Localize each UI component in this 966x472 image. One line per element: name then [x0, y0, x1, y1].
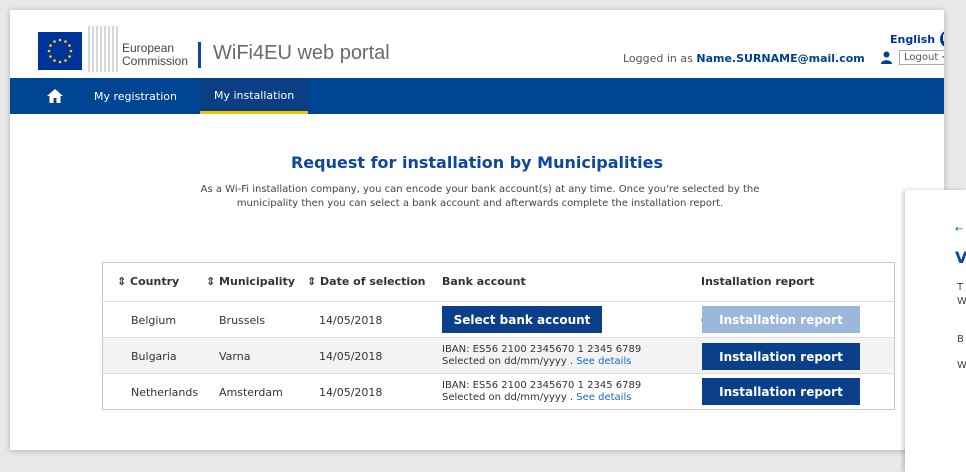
sort-icon: ⇕ [117, 275, 131, 288]
ec-wordmark: European Commission [122, 42, 188, 68]
iban-text: IBAN: ES56 2100 2345670 1 2345 6789 [442, 380, 642, 391]
user-icon [881, 51, 892, 64]
language-selector[interactable]: English EN [890, 30, 944, 48]
installation-table: ⇕ Country ⇕ Municipality ⇕ Date of selec… [102, 262, 895, 410]
sort-icon: ⇕ [307, 275, 321, 288]
panel-text-fragment: W [957, 360, 966, 371]
date-cell: 14/05/2018 [319, 350, 383, 363]
logo-stripes [88, 26, 118, 72]
nav-item-my-installation[interactable]: My installation [200, 78, 309, 114]
panel-text-fragment: W [957, 296, 966, 307]
selected-date-text: Selected on dd/mm/yyyy . [442, 392, 574, 403]
user-email: Name.SURNAME@mail.com [696, 52, 865, 65]
panel-text-fragment: B [957, 334, 964, 345]
page-title: Request for installation by Municipaliti… [290, 153, 664, 172]
overlay-side-panel: ← V T W B W [905, 190, 966, 472]
intro-line-2: municipality then you can select a bank … [236, 198, 724, 209]
table-row: Netherlands Amsterdam 14/05/2018 IBAN: E… [103, 373, 894, 410]
column-header-installation-report: Installation report confirmation [701, 275, 815, 326]
municipality-cell: Amsterdam [219, 386, 283, 399]
see-details-link[interactable]: See details [576, 356, 631, 367]
logout-area: Logout ➜ [880, 50, 944, 65]
site-header: European Commission WiFi4EU web portal L… [10, 10, 944, 78]
table-row: Bulgaria Varna 14/05/2018 IBAN: ES56 210… [103, 337, 894, 374]
logged-prefix: Logged in as [623, 52, 693, 65]
main-nav: My registration My installation [10, 78, 944, 114]
country-cell: Netherlands [131, 386, 199, 399]
intro-line-1: As a Wi-Fi installation company, you can… [200, 184, 760, 195]
ec-line2: Commission [122, 54, 189, 68]
eu-flag-logo [38, 32, 82, 70]
logout-button[interactable]: Logout ➜ [899, 50, 944, 65]
column-header-country[interactable]: ⇕ Country [117, 263, 179, 301]
installation-report-button-disabled: Installation report [702, 306, 860, 333]
portal-title: WiFi4EU web portal [213, 42, 390, 64]
panel-text-fragment: T [957, 282, 964, 293]
selected-date-text: Selected on dd/mm/yyyy . [442, 356, 574, 367]
iban-text: IBAN: ES56 2100 2345670 1 2345 6789 [442, 344, 642, 355]
table-row: Belgium Brussels 14/05/2018 Select bank … [103, 301, 894, 338]
country-cell: Belgium [131, 314, 177, 327]
installation-report-button[interactable]: Installation report [702, 343, 860, 370]
language-label: English [890, 32, 936, 46]
date-cell: 14/05/2018 [319, 314, 383, 327]
bank-account-info: IBAN: ES56 2100 2345670 1 2345 6789 Sele… [442, 380, 641, 404]
back-arrow-icon[interactable]: ← [955, 224, 963, 235]
column-label: Country [130, 275, 180, 288]
column-header-date[interactable]: ⇕ Date of selection [307, 263, 426, 301]
bank-account-info: IBAN: ES56 2100 2345670 1 2345 6789 Sele… [442, 344, 641, 368]
country-cell: Bulgaria [131, 350, 177, 363]
nav-item-my-registration[interactable]: My registration [94, 90, 177, 103]
column-label: Municipality [219, 275, 295, 288]
installation-report-button[interactable]: Installation report [702, 378, 860, 405]
eu-stars-icon [47, 38, 73, 64]
see-details-link[interactable]: See details [576, 392, 631, 403]
column-label: Date of selection [320, 275, 426, 288]
column-header-municipality[interactable]: ⇕ Municipality [206, 263, 295, 301]
select-bank-account-button[interactable]: Select bank account [442, 306, 602, 333]
logout-label: Logout [904, 52, 939, 63]
language-code-badge: EN [940, 30, 944, 48]
sort-icon: ⇕ [206, 275, 220, 288]
login-info: Logged in as Name.SURNAME@mail.com [623, 52, 865, 65]
column-header-bank-account: Bank account [442, 275, 526, 288]
panel-title-fragment: V [955, 248, 966, 267]
intro-text: As a Wi-Fi installation company, you can… [160, 183, 800, 211]
home-icon[interactable] [46, 87, 64, 105]
browser-window: European Commission WiFi4EU web portal L… [10, 10, 944, 450]
logout-arrow-icon: ➜ [941, 52, 944, 63]
date-cell: 14/05/2018 [319, 386, 383, 399]
municipality-cell: Varna [219, 350, 251, 363]
municipality-cell: Brussels [219, 314, 266, 327]
title-divider [198, 42, 201, 68]
